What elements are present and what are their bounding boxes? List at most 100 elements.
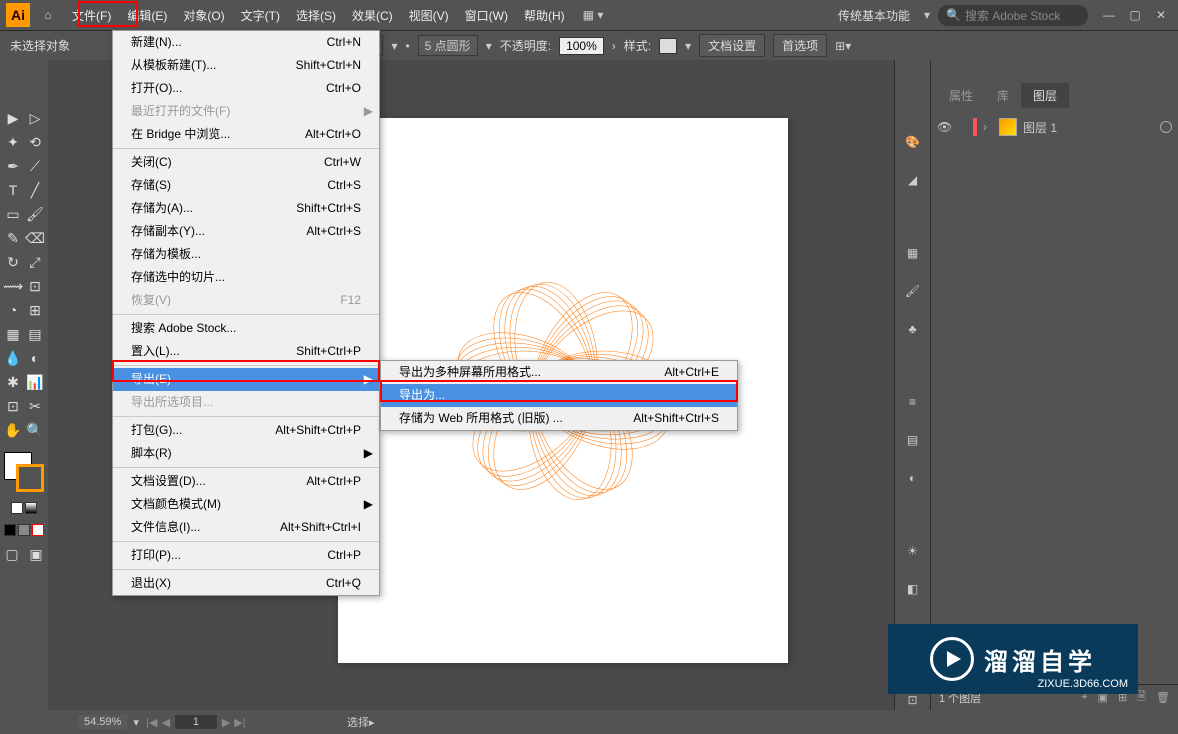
menu-item-R[interactable]: 脚本(R)▶ [113,442,379,465]
new-layer-icon[interactable]: 🗎 [1137,688,1146,707]
artboard-tool[interactable]: ⊡ [3,396,23,416]
menu-item-A[interactable]: 存储为(A)...Shift+Ctrl+S [113,197,379,220]
brush-profile-dropdown[interactable]: 5 点圆形 [418,35,478,56]
prefs-button[interactable]: 首选项 [773,34,827,57]
opacity-input[interactable]: 100% [559,37,604,55]
menu-item-M[interactable]: 文档颜色模式(M)▶ [113,493,379,516]
color-guide-icon[interactable]: ◢ [903,170,923,190]
screen-mode-normal[interactable]: ▢ [2,544,22,564]
prev-artboard-button[interactable]: ◀ [159,716,173,729]
menu-view[interactable]: 视图(V) [401,3,457,28]
shaper-tool[interactable]: ✎ [3,228,23,248]
maximize-button[interactable]: ▢ [1124,6,1146,24]
brushes-icon[interactable]: 🖌 [903,281,923,301]
delete-layer-icon[interactable]: 🗑 [1156,691,1170,704]
menu-item-X[interactable]: 退出(X)Ctrl+Q [113,572,379,595]
graphic-styles-icon[interactable]: ◧ [903,579,923,599]
style-swatch[interactable] [659,38,677,54]
first-artboard-button[interactable]: |◀ [145,716,159,729]
app-logo[interactable]: Ai [6,3,30,27]
rotate-tool[interactable]: ↻ [3,252,23,272]
transparency-icon[interactable]: ◐ [903,468,923,488]
align-icon[interactable]: ⊞▾ [835,39,851,53]
gradient-panel-icon[interactable]: ▤ [903,430,923,450]
pen-tool[interactable]: ✒ [3,156,23,176]
close-button[interactable]: ✕ [1150,6,1172,24]
symbols-icon[interactable]: ♣ [903,319,923,339]
blend-tool[interactable]: ◐ [25,348,45,368]
menu-object[interactable]: 对象(O) [175,3,232,28]
stroke-panel-icon[interactable]: ≡ [903,392,923,412]
stroke-color-swatch[interactable] [16,464,44,492]
color-mode-icon[interactable] [4,524,16,536]
layer-name-label[interactable]: 图层 1 [1023,119,1057,136]
menu-item-Y[interactable]: 存储副本(Y)...Alt+Ctrl+S [113,220,379,243]
doc-setup-button[interactable]: 文档设置 [699,34,765,57]
chevron-down-icon[interactable]: ▾ [924,8,930,22]
symbol-sprayer-tool[interactable]: ✱ [3,372,23,392]
default-colors[interactable] [11,502,23,514]
screen-mode-full[interactable]: ▣ [26,544,46,564]
home-icon[interactable]: ⌂ [38,5,58,25]
menu-item-[interactable]: 存储选中的切片... [113,266,379,289]
tab-properties[interactable]: 属性 [937,83,985,108]
mesh-tool[interactable]: ▦ [3,324,23,344]
tab-libraries[interactable]: 库 [985,83,1021,108]
arrange-icon[interactable]: ▦ ▾ [583,8,604,22]
hand-tool[interactable]: ✋ [3,420,23,440]
direct-selection-tool[interactable]: ▷ [25,108,45,128]
last-artboard-button[interactable]: ▶| [233,716,247,729]
zoom-tool[interactable]: 🔍 [25,420,45,440]
line-tool[interactable]: ╱ [25,180,45,200]
minimize-button[interactable]: — [1098,6,1120,24]
workspace-switcher[interactable]: 传统基本功能 [838,7,910,24]
eyedropper-tool[interactable]: 💧 [3,348,23,368]
target-icon[interactable] [1160,121,1172,133]
lasso-tool[interactable]: ⟲ [25,132,45,152]
perspective-tool[interactable]: ⊞ [25,300,45,320]
free-transform-tool[interactable]: ⊡ [25,276,45,296]
menu-item-O[interactable]: 打开(O)...Ctrl+O [113,77,379,100]
visibility-icon[interactable]: 👁 [937,120,951,134]
menu-item-G[interactable]: 打包(G)...Alt+Shift+Ctrl+P [113,419,379,442]
menu-type[interactable]: 文字(T) [233,3,288,28]
tab-layers[interactable]: 图层 [1021,83,1069,108]
menu-item-AdobeStock[interactable]: 搜索 Adobe Stock... [113,317,379,340]
appearance-icon[interactable]: ☀ [903,541,923,561]
layer-row[interactable]: 👁 › 图层 1 [931,114,1178,140]
menu-item-P[interactable]: 打印(P)...Ctrl+P [113,544,379,567]
paintbrush-tool[interactable]: 🖌 [25,204,45,224]
fill-stroke-widget[interactable] [4,452,44,492]
eraser-tool[interactable]: ⌫ [25,228,45,248]
menu-item-N[interactable]: 新建(N)...Ctrl+N [113,31,379,54]
slice-tool[interactable]: ✂ [25,396,45,416]
scale-tool[interactable]: ⤢ [25,252,45,272]
menu-item-T[interactable]: 从模板新建(T)...Shift+Ctrl+N [113,54,379,77]
menu-select[interactable]: 选择(S) [288,3,344,28]
zoom-level[interactable]: 54.59% [78,715,127,729]
menu-item-C[interactable]: 关闭(C)Ctrl+W [113,151,379,174]
menu-window[interactable]: 窗口(W) [457,3,516,28]
swap-colors[interactable] [25,502,37,514]
selection-tool[interactable]: ▶ [3,108,23,128]
menu-effect[interactable]: 效果(C) [344,3,401,28]
menu-item-[interactable]: 存储为模板... [113,243,379,266]
gradient-tool[interactable]: ▤ [25,324,45,344]
color-panel-icon[interactable]: 🎨 [903,132,923,152]
curvature-tool[interactable]: ⟋ [25,156,45,176]
next-artboard-button[interactable]: ▶ [219,716,233,729]
type-tool[interactable]: T [3,180,23,200]
swatches-icon[interactable]: ▦ [903,243,923,263]
expand-icon[interactable]: › [983,120,993,134]
artboard-nav-input[interactable]: 1 [175,715,217,729]
menu-item-Bridge[interactable]: 在 Bridge 中浏览...Alt+Ctrl+O [113,123,379,146]
search-input[interactable]: 🔍搜索 Adobe Stock [938,5,1088,26]
menu-item-D[interactable]: 文档设置(D)...Alt+Ctrl+P [113,470,379,493]
none-mode-icon[interactable] [32,524,44,536]
menu-item-I[interactable]: 文件信息(I)...Alt+Shift+Ctrl+I [113,516,379,539]
submenu-item-Web[interactable]: 存储为 Web 所用格式 (旧版) ...Alt+Shift+Ctrl+S [381,407,737,430]
shape-builder-tool[interactable]: ◔ [3,300,23,320]
menu-help[interactable]: 帮助(H) [516,3,573,28]
rectangle-tool[interactable]: ▭ [3,204,23,224]
width-tool[interactable]: ⟿ [3,276,23,296]
